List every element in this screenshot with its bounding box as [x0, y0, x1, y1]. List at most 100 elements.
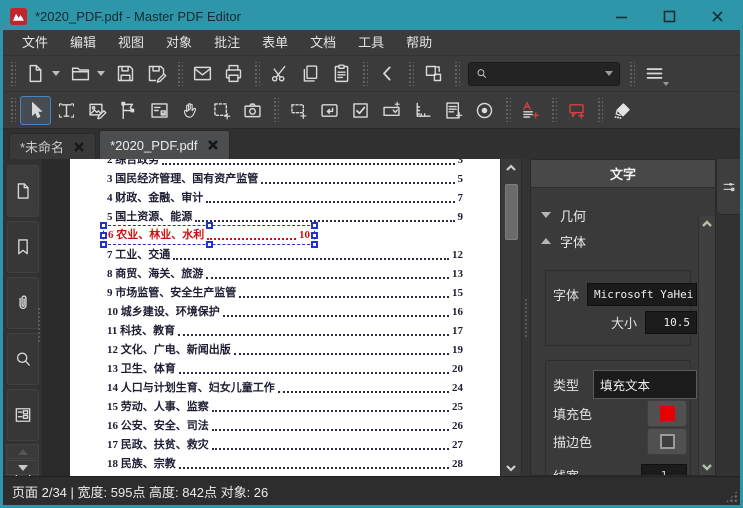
- maximize-button[interactable]: [653, 4, 685, 28]
- measure-tool-button[interactable]: [407, 96, 438, 125]
- pages-panel-button[interactable]: [6, 165, 39, 217]
- edit-forms-tool-button[interactable]: [144, 96, 175, 125]
- stroke-color-button[interactable]: [647, 427, 687, 455]
- toolbar-grip[interactable]: [272, 98, 279, 122]
- toolbar-grip[interactable]: [628, 61, 635, 86]
- toolbar-grip[interactable]: [361, 61, 368, 86]
- snapshot-tool-button[interactable]: [237, 96, 268, 125]
- menu-item-1[interactable]: 编辑: [59, 30, 107, 56]
- organize-pages-button[interactable]: [418, 59, 449, 88]
- insert-combobox-field-button[interactable]: [376, 96, 407, 125]
- copy-button[interactable]: [295, 59, 326, 88]
- dotted-leader: [211, 429, 449, 431]
- add-callout-annotation-button[interactable]: [561, 96, 592, 125]
- menu-item-7[interactable]: 工具: [347, 30, 395, 56]
- save-as-button[interactable]: [141, 59, 172, 88]
- toolbar-grip[interactable]: [9, 98, 16, 122]
- selection-handle[interactable]: [311, 222, 318, 229]
- scrollbar-thumb[interactable]: [504, 184, 518, 240]
- selection-handle[interactable]: [100, 241, 107, 248]
- toolbar-grip[interactable]: [453, 61, 460, 86]
- selected-text-object[interactable]: 6 农业、林业、水利 10: [100, 222, 318, 248]
- scroll-up-button[interactable]: [501, 159, 521, 176]
- toolbar-grip[interactable]: [504, 98, 511, 122]
- scroll-down-button[interactable]: [501, 459, 521, 476]
- menu-item-2[interactable]: 视图: [107, 30, 155, 56]
- document-tab-0[interactable]: *未命名: [9, 133, 97, 159]
- toolbar-grip[interactable]: [550, 98, 557, 122]
- line-width-field[interactable]: 1: [641, 463, 687, 475]
- selection-handle[interactable]: [206, 241, 213, 248]
- selection-handle[interactable]: [100, 232, 107, 239]
- insert-radiobutton-field-button[interactable]: [469, 96, 500, 125]
- section-geometry[interactable]: 几何: [541, 202, 691, 228]
- select-area-tool-button[interactable]: [206, 96, 237, 125]
- menu-item-5[interactable]: 表单: [251, 30, 299, 56]
- toolbar-grip[interactable]: [596, 98, 603, 122]
- sidebar-scroll-up-button[interactable]: [6, 444, 39, 459]
- menu-item-0[interactable]: 文件: [11, 30, 59, 56]
- type-select[interactable]: 填充文本: [593, 370, 697, 399]
- document-scrollbar[interactable]: [500, 159, 521, 476]
- search-box[interactable]: [468, 61, 620, 86]
- close-button[interactable]: [701, 4, 733, 28]
- hand-tool-button[interactable]: [175, 96, 206, 125]
- edit-image-tool-button[interactable]: [82, 96, 113, 125]
- sidebar-scroll-down-button[interactable]: [6, 460, 39, 475]
- main-menu-button[interactable]: [639, 59, 670, 88]
- paste-button[interactable]: [326, 59, 357, 88]
- toolbar-grip[interactable]: [9, 61, 16, 86]
- add-text-annotation-button[interactable]: [515, 96, 546, 125]
- close-icon[interactable]: [73, 141, 85, 153]
- resize-grip[interactable]: [725, 490, 738, 503]
- chevron-down-icon[interactable]: [52, 71, 60, 76]
- chevron-down-icon: [17, 464, 28, 471]
- menu-item-4[interactable]: 批注: [203, 30, 251, 56]
- new-document-button[interactable]: [20, 59, 51, 88]
- font-size-field[interactable]: 10.5: [645, 310, 697, 334]
- edit-path-tool-button[interactable]: [113, 96, 144, 125]
- sidebar-splitter-handle[interactable]: [37, 307, 42, 343]
- search-panel-button[interactable]: [6, 333, 39, 385]
- close-icon[interactable]: [207, 139, 219, 151]
- bookmarks-panel-button[interactable]: [6, 221, 39, 273]
- properties-toggle-tab[interactable]: [716, 159, 740, 215]
- navigate-back-button[interactable]: [372, 59, 403, 88]
- selection-handle[interactable]: [311, 241, 318, 248]
- insert-list-field-button[interactable]: [438, 96, 469, 125]
- minimize-button[interactable]: [605, 4, 637, 28]
- panel-scrollbar[interactable]: [698, 216, 715, 475]
- print-button[interactable]: [218, 59, 249, 88]
- send-by-email-button[interactable]: [187, 59, 218, 88]
- fill-color-button[interactable]: [647, 399, 687, 427]
- toolbar-grip[interactable]: [176, 61, 183, 86]
- menu-item-6[interactable]: 文档: [299, 30, 347, 56]
- toolbar-grip[interactable]: [253, 61, 260, 86]
- toc-row-6[interactable]: 6 农业、林业、水利 10: [100, 222, 463, 248]
- insert-button-field-button[interactable]: [314, 96, 345, 125]
- selection-handle[interactable]: [311, 232, 318, 239]
- insert-text-box-button[interactable]: [283, 96, 314, 125]
- panel-splitter-handle[interactable]: [522, 159, 530, 476]
- section-font[interactable]: 字体: [541, 228, 691, 254]
- form-fields-panel-button[interactable]: [6, 389, 39, 441]
- selection-handle[interactable]: [100, 222, 107, 229]
- attachments-panel-button[interactable]: [6, 277, 39, 329]
- font-family-field[interactable]: Microsoft YaHei: [587, 282, 697, 306]
- pdf-page[interactable]: 2 综合政务 3 3 国民经济管理、国有资产监管 5 4 财政、金融、审计 7 5 国土资源…: [70, 159, 500, 476]
- menu-item-8[interactable]: 帮助: [395, 30, 443, 56]
- select-tool-button[interactable]: [20, 95, 51, 125]
- selection-handle[interactable]: [206, 222, 213, 229]
- search-input[interactable]: [488, 66, 605, 81]
- chevron-down-icon[interactable]: [605, 71, 613, 76]
- cut-button[interactable]: [264, 59, 295, 88]
- toolbar-grip[interactable]: [407, 61, 414, 86]
- open-file-button[interactable]: [65, 59, 96, 88]
- save-button[interactable]: [110, 59, 141, 88]
- document-tab-1[interactable]: *2020_PDF.pdf: [99, 130, 230, 159]
- chevron-down-icon[interactable]: [97, 71, 105, 76]
- menu-item-3[interactable]: 对象: [155, 30, 203, 56]
- edit-text-tool-button[interactable]: [51, 96, 82, 125]
- insert-checkbox-field-button[interactable]: [345, 96, 376, 125]
- highlighter-tool-button[interactable]: [607, 96, 638, 125]
